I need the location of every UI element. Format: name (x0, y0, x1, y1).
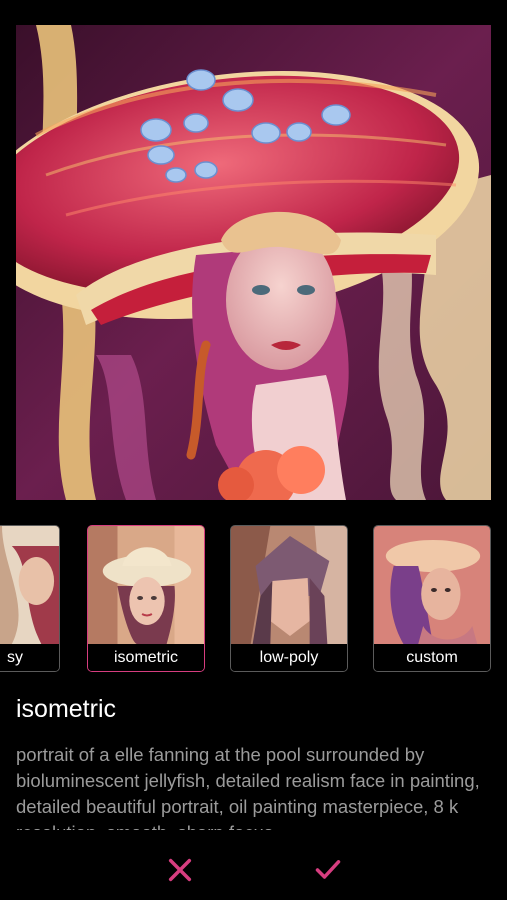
style-label: isometric (88, 644, 204, 671)
prompt-text: portrait of a elle fanning at the pool s… (16, 744, 480, 830)
style-card-low-poly[interactable]: low-poly (230, 525, 348, 672)
cancel-button[interactable] (160, 850, 200, 890)
style-card-sy[interactable]: sy (0, 525, 60, 672)
checkmark-icon (315, 860, 341, 879)
style-label: custom (374, 644, 490, 671)
generated-image-preview (16, 25, 491, 500)
style-label: sy (0, 644, 59, 671)
style-carousel[interactable]: sy isometric low-poly custom (0, 525, 507, 674)
style-label: low-poly (231, 644, 347, 671)
style-card-isometric[interactable]: isometric (87, 525, 205, 672)
style-card-custom[interactable]: custom (373, 525, 491, 672)
close-icon (168, 858, 192, 882)
selected-style-title: isometric (16, 695, 117, 723)
prompt-text-container: portrait of a elle fanning at the pool s… (16, 742, 494, 830)
confirm-button[interactable] (308, 850, 348, 890)
